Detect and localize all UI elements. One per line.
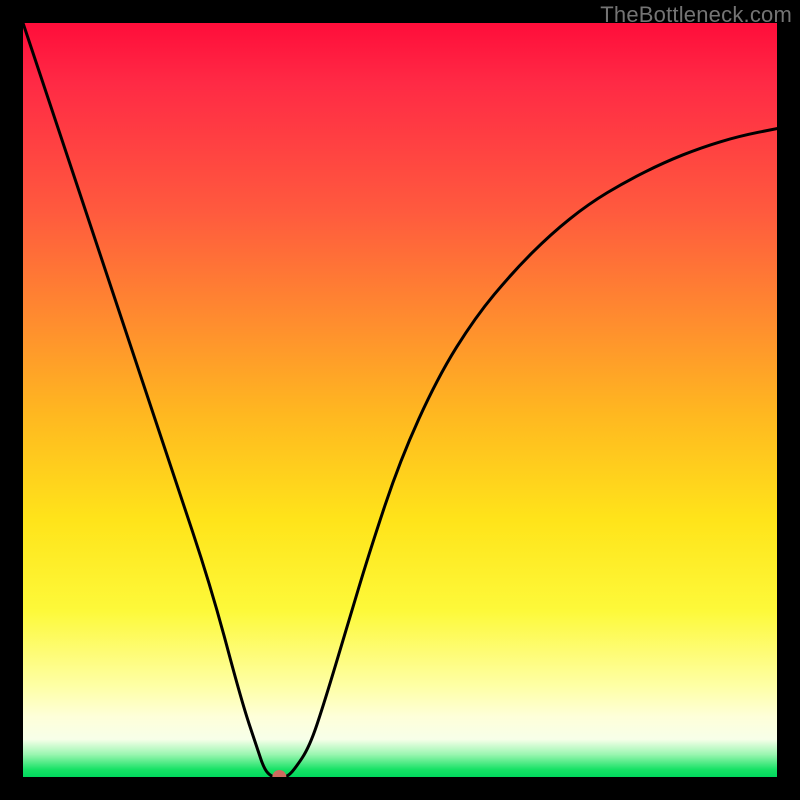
bottleneck-curve bbox=[23, 23, 777, 777]
curve-layer bbox=[23, 23, 777, 777]
chart-frame: TheBottleneck.com bbox=[0, 0, 800, 800]
watermark-text: TheBottleneck.com bbox=[600, 2, 792, 28]
plot-area bbox=[23, 23, 777, 777]
minimum-marker bbox=[272, 770, 286, 777]
